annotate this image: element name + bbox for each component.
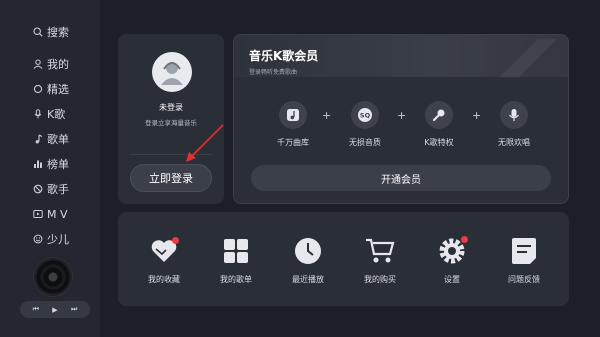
circle-icon (32, 84, 43, 95)
play-box-icon (32, 209, 43, 220)
sidebar: 搜索 我的 精选 K歌 歌单 榜单 歌手 M V 少儿 ⏮ ▶ ⏭ (0, 0, 100, 337)
chart-bar-icon (32, 159, 43, 170)
feature-settings[interactable]: 设置 (420, 236, 484, 285)
plus-sign: + (472, 109, 482, 122)
perk-label: 千万曲库 (277, 138, 309, 147)
plus-sign: + (397, 109, 407, 122)
avatar[interactable] (152, 52, 192, 92)
sidebar-item-label: 榜单 (47, 158, 69, 171)
microphone-icon (425, 101, 453, 129)
login-button[interactable]: 立即登录 (130, 164, 212, 192)
cart-icon (365, 236, 395, 266)
sidebar-item-featured[interactable]: 精选 (32, 80, 69, 98)
feature-label: 问题反馈 (508, 275, 540, 284)
perk-karaoke[interactable]: K歌特权 (409, 101, 469, 148)
no-entry-icon (32, 184, 43, 195)
feature-label: 设置 (444, 275, 460, 284)
perk-label: K歌特权 (424, 138, 454, 147)
sidebar-item-label: 歌单 (47, 133, 69, 146)
vip-decoration (498, 39, 558, 77)
sidebar-item-karaoke[interactable]: K歌 (32, 105, 65, 123)
next-icon[interactable]: ⏭ (71, 305, 77, 314)
feature-purchases[interactable]: 我的购买 (348, 236, 412, 285)
feature-label: 我的歌单 (220, 275, 252, 284)
open-membership-button[interactable]: 开通会员 (251, 165, 551, 191)
perk-lossless[interactable]: SQ 无损音质 (335, 101, 395, 148)
mic-unlimited-icon (500, 101, 528, 129)
feature-favorites[interactable]: 我的收藏 (132, 236, 196, 285)
sidebar-item-charts[interactable]: 榜单 (32, 155, 69, 173)
microphone-icon (32, 109, 43, 120)
login-card: 未登录 登录立享海量音乐 立即登录 (118, 34, 224, 204)
avatar-person-icon (161, 62, 183, 85)
search-icon (32, 27, 43, 38)
sq-quality-icon: SQ (351, 101, 379, 129)
sidebar-item-label: 搜索 (47, 26, 69, 39)
sidebar-item-label: K歌 (47, 108, 66, 121)
vip-title: 音乐K歌会员 (249, 49, 319, 63)
feature-label: 我的购买 (364, 275, 396, 284)
sidebar-item-kids[interactable]: 少儿 (32, 230, 69, 248)
music-note-icon (32, 134, 43, 145)
sidebar-item-label: 歌手 (47, 183, 69, 196)
previous-icon[interactable]: ⏮ (33, 305, 39, 314)
gear-icon (437, 236, 468, 266)
sidebar-item-label: 精选 (47, 83, 69, 96)
sidebar-item-label: M V (47, 207, 68, 221)
feature-feedback[interactable]: 问题反馈 (492, 236, 556, 285)
notification-dot (172, 237, 179, 244)
sidebar-item-search[interactable]: 搜索 (32, 23, 69, 41)
features-card: 我的收藏 我的歌单 最近播放 我的购买 设置 问题反馈 (118, 212, 569, 306)
heart-icon (149, 236, 179, 266)
perk-label: 无损音质 (349, 138, 381, 147)
user-icon (32, 59, 43, 70)
sidebar-item-singers[interactable]: 歌手 (32, 180, 69, 198)
sidebar-item-mv[interactable]: M V (32, 205, 68, 223)
perk-unlimited[interactable]: 无限欢唱 (484, 101, 544, 148)
music-library-icon (279, 101, 307, 129)
clock-icon (293, 236, 323, 266)
login-status: 未登录 (159, 103, 183, 112)
smile-icon (32, 234, 43, 245)
notification-dot (461, 236, 468, 243)
play-icon[interactable]: ▶ (52, 306, 57, 314)
vip-card: 音乐K歌会员 登录畅听免费歌曲 千万曲库 + SQ 无损音质 + K歌特权 + … (233, 34, 569, 204)
feature-label: 最近播放 (292, 275, 324, 284)
login-subtitle: 登录立享海量音乐 (145, 119, 197, 127)
feedback-icon (509, 236, 539, 266)
sidebar-item-playlists[interactable]: 歌单 (32, 130, 69, 148)
feature-recent[interactable]: 最近播放 (276, 236, 340, 285)
sidebar-item-mine[interactable]: 我的 (32, 55, 69, 73)
feature-my-playlists[interactable]: 我的歌单 (204, 236, 268, 285)
vinyl-disc[interactable] (34, 258, 72, 296)
divider (130, 154, 212, 155)
vip-header: 音乐K歌会员 登录畅听免费歌曲 (234, 35, 568, 77)
sidebar-item-label: 少儿 (47, 233, 69, 246)
sidebar-item-label: 我的 (47, 58, 69, 71)
plus-sign: + (322, 109, 332, 122)
feature-label: 我的收藏 (148, 275, 180, 284)
perk-label: 无限欢唱 (498, 138, 530, 147)
vip-subtitle: 登录畅听免费歌曲 (249, 69, 298, 76)
svg-text:SQ: SQ (360, 112, 371, 120)
perk-library[interactable]: 千万曲库 (263, 101, 323, 148)
grid-icon (221, 236, 251, 266)
player-controls: ⏮ ▶ ⏭ (20, 301, 90, 318)
